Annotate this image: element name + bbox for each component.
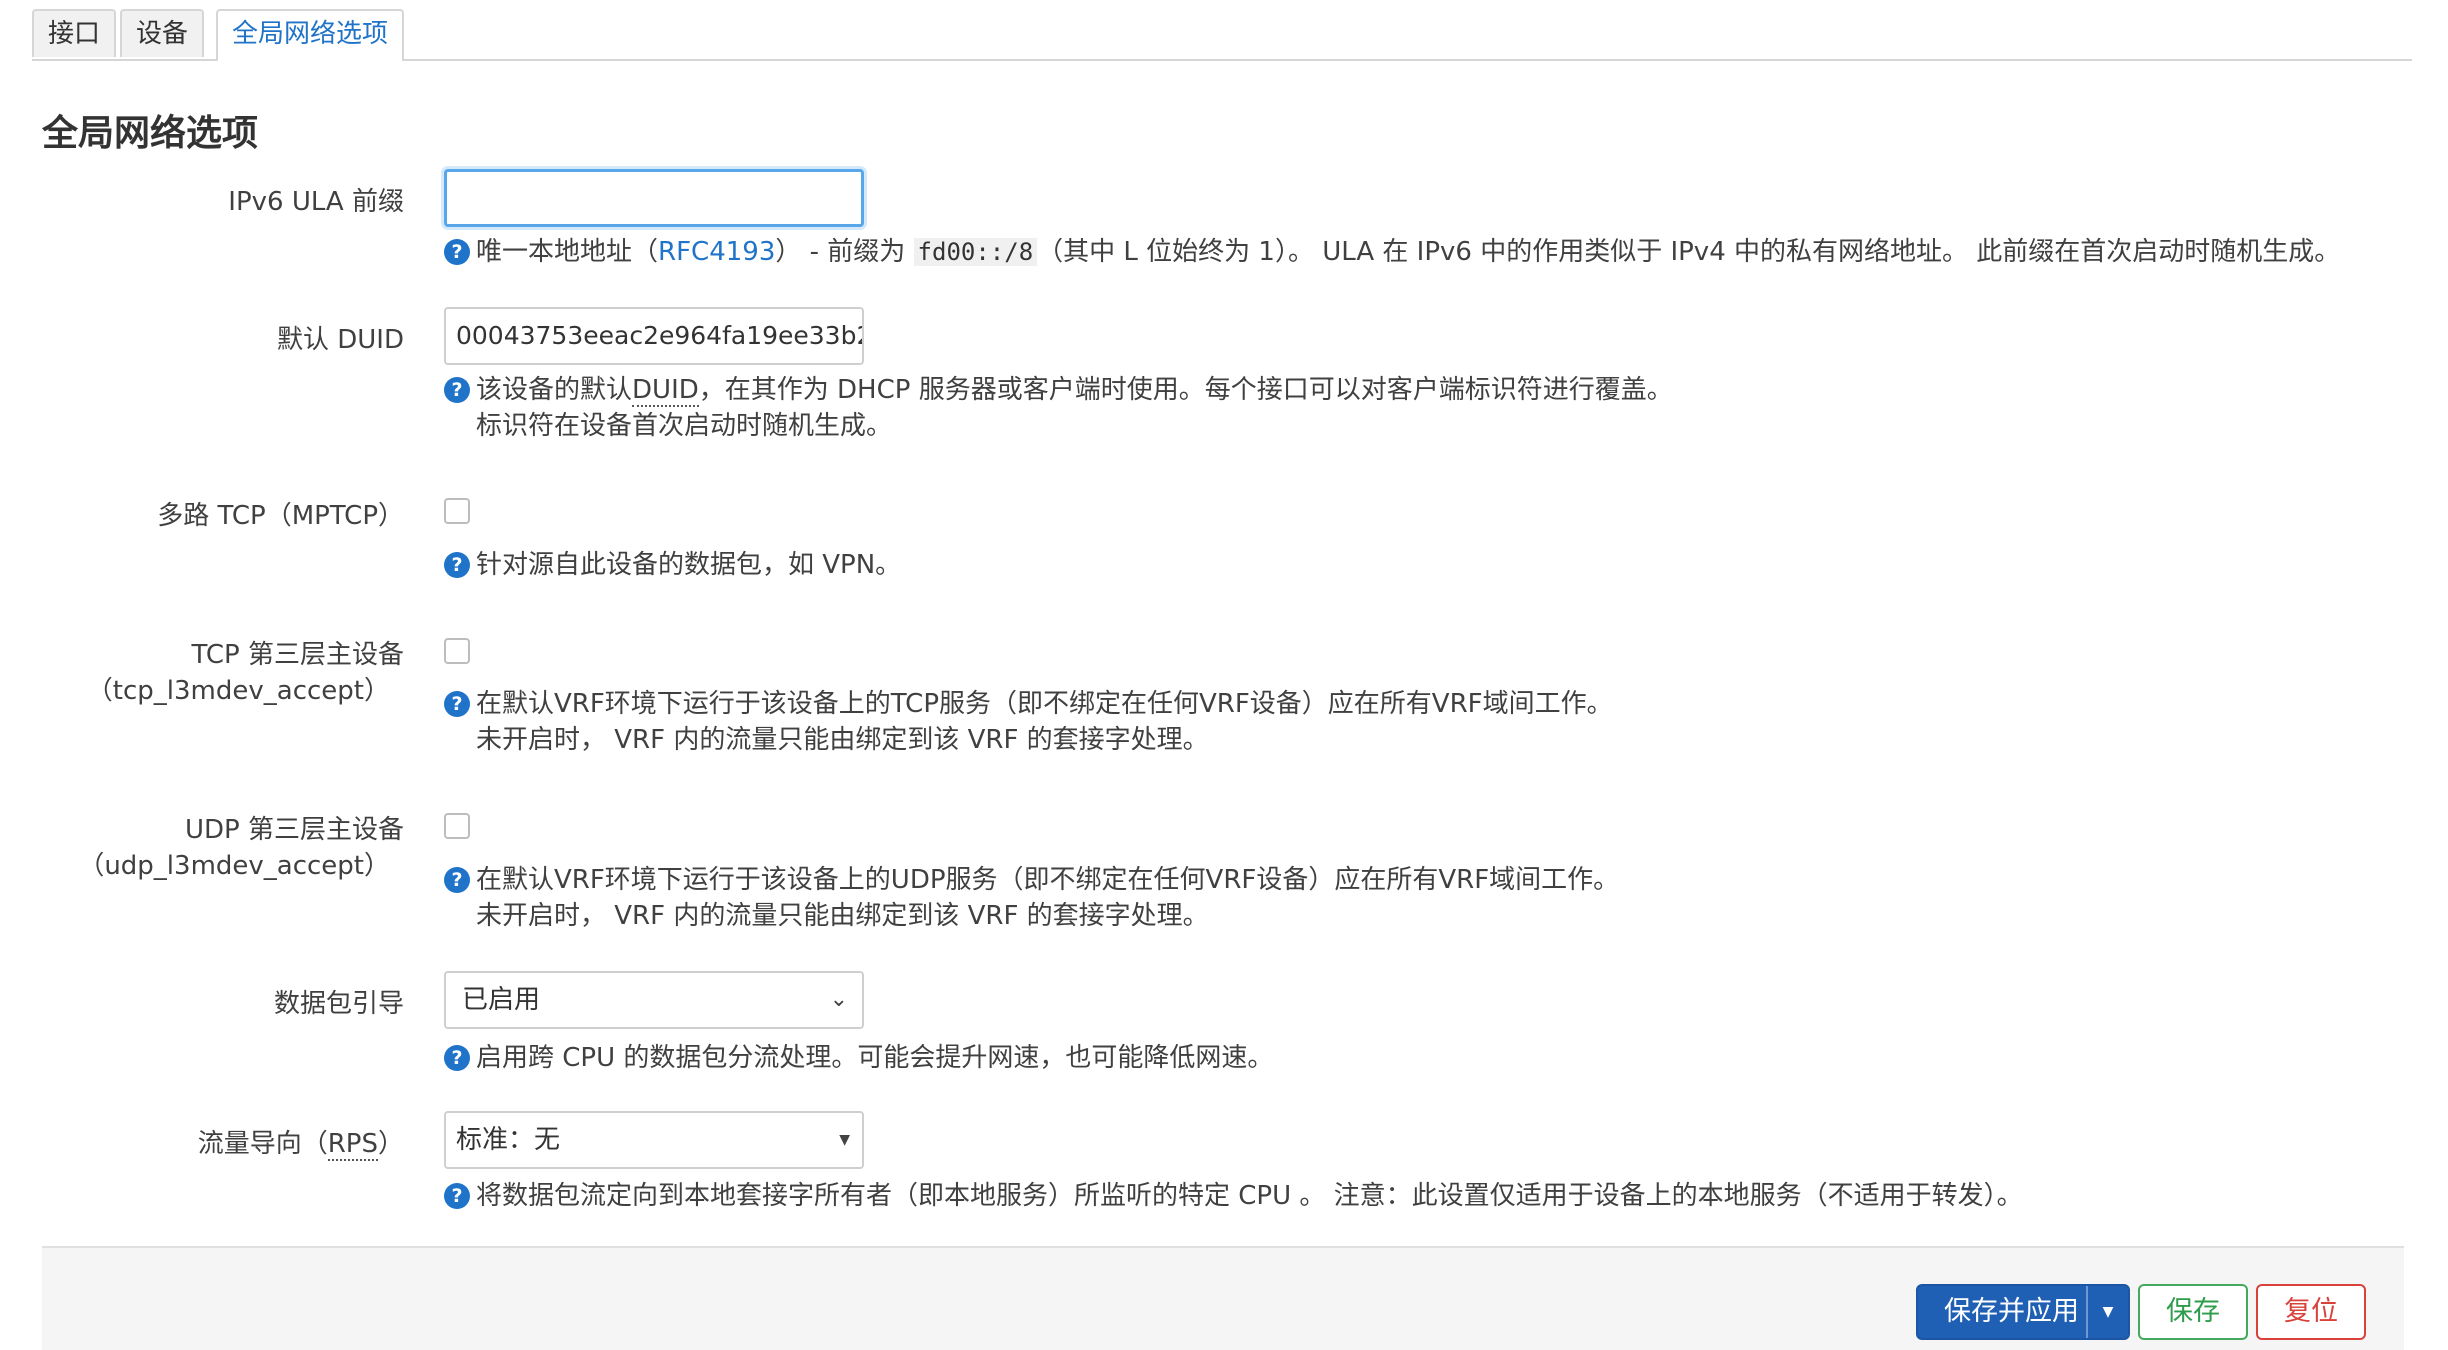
help-text-line2: 标识符在设备首次启动时随机生成。 <box>476 411 893 441</box>
tab-interfaces[interactable]: 接口 <box>32 9 117 57</box>
tcp-l3mdev-checkbox[interactable] <box>444 638 470 664</box>
help-text-line2: 未开启时， VRF 内的流量只能由绑定到该 VRF 的套接字处理。 <box>476 901 1209 931</box>
rps-label: 流量导向（RPS） <box>198 1126 404 1162</box>
tcp-l3mdev-label: TCP 第三层主设备 <box>191 640 404 670</box>
chevron-down-icon: ⌄ <box>829 987 848 1012</box>
packet-steering-value: 已启用 <box>462 985 541 1015</box>
udp-l3mdev-checkbox[interactable] <box>444 813 470 839</box>
tab-global-network-options[interactable]: 全局网络选项 <box>216 9 405 61</box>
rps-label-text: 流量导向（ <box>197 1129 328 1159</box>
ipv6-ula-label: IPv6 ULA 前缀 <box>228 187 404 217</box>
duid-input[interactable]: 00043753eeac2e964fa19ee33b20 <box>444 307 864 365</box>
mptcp-help: ? 针对源自此设备的数据包，如 VPN。 <box>444 547 901 583</box>
tcp-l3mdev-sublabel: （tcp_l3mdev_accept） <box>86 676 390 706</box>
udp-l3mdev-label: UDP 第三层主设备 <box>185 815 404 845</box>
help-text-line2: 未开启时， VRF 内的流量只能由绑定到该 VRF 的套接字处理。 <box>476 725 1209 755</box>
caret-down-icon[interactable]: ▼ <box>2086 1286 2128 1338</box>
packet-steering-select[interactable]: 已启用 ⌄ <box>444 971 864 1029</box>
ipv6-ula-input[interactable] <box>444 169 864 227</box>
help-text: 将数据包流定向到本地套接字所有者（即本地服务）所监听的特定 CPU 。 注意：此… <box>476 1181 2023 1211</box>
help-circle-icon: ? <box>444 239 470 265</box>
help-text: （其中 L 位始终为 1）。 ULA 在 IPv6 中的作用类似于 IPv4 中… <box>1037 237 2341 267</box>
caret-down-icon: ▼ <box>839 1132 850 1148</box>
save-button[interactable]: 保存 <box>2138 1284 2248 1340</box>
help-text: 该设备的默认 <box>476 375 633 405</box>
packet-steering-label: 数据包引导 <box>273 989 404 1019</box>
packet-steering-help: ? 启用跨 CPU 的数据包分流处理。可能会提升网速，也可能降低网速。 <box>444 1040 1273 1076</box>
duid-abbr: DUID <box>632 375 699 407</box>
reset-button[interactable]: 复位 <box>2256 1284 2366 1340</box>
tab-devices[interactable]: 设备 <box>120 9 205 57</box>
section-title: 全局网络选项 <box>42 113 259 154</box>
tcp-l3mdev-help: ? 在默认VRF环境下运行于该设备上的TCP服务（即不绑定在任何VRF设备）应在所… <box>444 686 1613 758</box>
help-circle-icon: ? <box>444 552 470 578</box>
ipv6-ula-help: ? 唯一本地地址（RFC4193） - 前缀为 fd00::/8 （其中 L 位始终… <box>444 234 2340 270</box>
help-circle-icon: ? <box>444 1045 470 1071</box>
duid-help: ? 该设备的默认DUID，在其作为 DHCP 服务器或客户端时使用。每个接口可以对… <box>444 372 1673 444</box>
duid-label: 默认 DUID <box>276 325 404 355</box>
mptcp-checkbox[interactable] <box>444 498 470 524</box>
help-circle-icon: ? <box>444 867 470 893</box>
prefix-code: fd00::/8 <box>913 238 1038 266</box>
rps-help: ? 将数据包流定向到本地套接字所有者（即本地服务）所监听的特定 CPU 。 注意：… <box>444 1178 2023 1214</box>
mptcp-label: 多路 TCP（MPTCP） <box>157 501 404 531</box>
help-text: 在默认VRF环境下运行于该设备上的UDP服务（即不绑定在任何VRF设备）应在所有… <box>476 865 1620 895</box>
save-apply-button[interactable]: 保存并应用 ▼ <box>1916 1284 2130 1340</box>
help-circle-icon: ? <box>444 691 470 717</box>
udp-l3mdev-help: ? 在默认VRF环境下运行于该设备上的UDP服务（即不绑定在任何VRF设备）应在所… <box>444 862 1619 934</box>
rfc4193-link[interactable]: RFC4193 <box>658 237 775 267</box>
help-circle-icon: ? <box>444 1183 470 1209</box>
help-text: ，在其作为 DHCP 服务器或客户端时使用。每个接口可以对客户端标识符进行覆盖。 <box>698 375 1673 405</box>
help-text: ） - 前缀为 <box>775 237 914 267</box>
rps-select[interactable]: 标准：无 ▼ <box>444 1111 864 1169</box>
save-apply-label: 保存并应用 <box>1944 1296 2079 1327</box>
help-circle-icon: ? <box>444 377 470 403</box>
rps-abbr: RPS <box>327 1129 378 1161</box>
rps-value: 标准：无 <box>456 1125 561 1155</box>
help-text: 针对源自此设备的数据包，如 VPN。 <box>476 550 902 580</box>
rps-label-text: ） <box>377 1129 404 1159</box>
tab-bar: 接口 设备 全局网络选项 <box>32 9 2412 61</box>
help-text: 启用跨 CPU 的数据包分流处理。可能会提升网速，也可能降低网速。 <box>476 1043 1274 1073</box>
help-text: 在默认VRF环境下运行于该设备上的TCP服务（即不绑定在任何VRF设备）应在所有… <box>476 689 1613 719</box>
help-text: 唯一本地地址（ <box>476 237 659 267</box>
udp-l3mdev-sublabel: （udp_l3mdev_accept） <box>78 851 390 881</box>
